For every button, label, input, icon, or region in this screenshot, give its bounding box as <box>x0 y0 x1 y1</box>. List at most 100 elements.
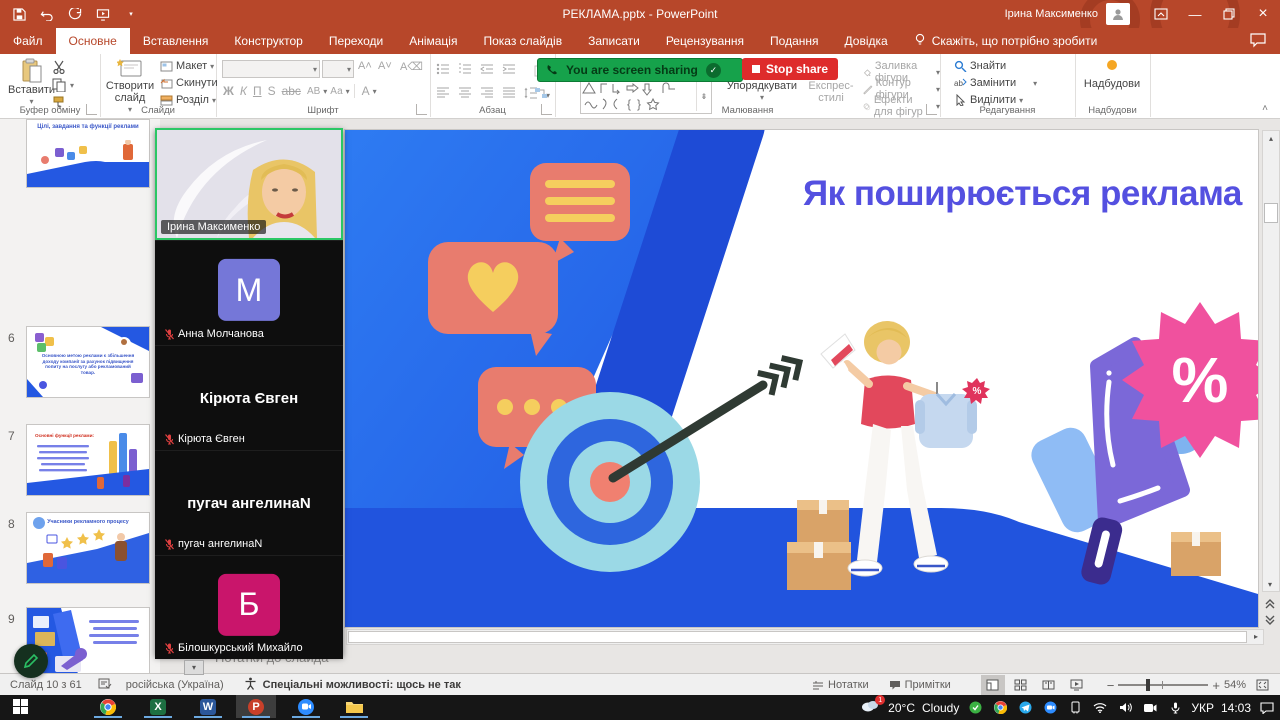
save-icon[interactable] <box>10 5 28 23</box>
camera-icon[interactable] <box>1141 696 1159 719</box>
italic-button[interactable]: К <box>237 84 250 98</box>
normal-view-button[interactable] <box>981 675 1005 695</box>
keyboard-language[interactable]: УКР <box>1191 701 1214 715</box>
accessibility-status[interactable]: Спеціальні можливості: щось не так <box>263 679 461 691</box>
tab-animations[interactable]: Анімація <box>396 28 470 54</box>
copy-button[interactable] <box>52 78 66 97</box>
taskbar-powerpoint-active[interactable]: P <box>236 695 276 718</box>
change-case-dropdown[interactable]: ▾ <box>346 87 350 96</box>
clipboard-dialog-launcher[interactable] <box>86 104 97 115</box>
paragraph-dialog-launcher[interactable] <box>541 104 552 115</box>
addins-button[interactable]: Надбудови <box>1081 60 1143 90</box>
tell-me-box[interactable]: Скажіть, що потрібно зробити <box>901 28 1111 54</box>
language-indicator[interactable]: російська (Україна) <box>126 679 224 691</box>
shrink-font-button[interactable]: А˅ <box>378 60 392 72</box>
slide-canvas[interactable]: % <box>345 130 1258 627</box>
layout-button[interactable]: Макет▾ <box>160 60 214 72</box>
vertical-scroll-thumb[interactable] <box>1264 203 1278 223</box>
vertical-scrollbar[interactable]: ▴ ▾ <box>1262 130 1280 592</box>
cut-button[interactable] <box>52 60 66 79</box>
underline-button[interactable]: П <box>250 84 265 98</box>
tray-chrome-icon[interactable] <box>991 696 1009 719</box>
participant-tile[interactable]: М Анна Молчанова <box>155 240 343 345</box>
font-name-box[interactable]: ▾ <box>222 60 320 78</box>
speaker-icon[interactable] <box>1116 696 1134 719</box>
weather-temp[interactable]: 20°C <box>888 701 915 715</box>
font-color-dropdown[interactable]: ▾ <box>373 87 377 96</box>
bullets-icon[interactable] <box>436 62 450 80</box>
comment-icon[interactable] <box>1250 33 1266 51</box>
replace-button[interactable]: abЗамінити▾ <box>954 77 1037 89</box>
collapse-ribbon-icon[interactable]: ˄ <box>1262 103 1268 114</box>
font-dialog-launcher[interactable] <box>416 104 427 115</box>
qat-customize-icon[interactable]: ▾ <box>122 5 140 23</box>
redo-icon[interactable] <box>66 5 84 23</box>
zoom-slider-thumb[interactable] <box>1146 679 1150 691</box>
usb-device-icon[interactable] <box>1066 696 1084 719</box>
taskbar-excel[interactable]: X <box>138 695 178 718</box>
close-button[interactable]: × <box>1246 0 1280 28</box>
participant-tile[interactable]: пугач ангелинаN пугач ангелинаN <box>155 450 343 555</box>
thumbnail-slide-8[interactable]: Учасники рекламного процесу <box>26 512 150 584</box>
tab-help[interactable]: Довідка <box>832 28 901 54</box>
scroll-right-icon[interactable]: ▸ <box>1249 630 1263 642</box>
tab-file[interactable]: Файл <box>0 28 56 54</box>
slide-indicator[interactable]: Слайд 10 з 61 <box>10 679 82 691</box>
strikethrough-button[interactable]: abc <box>279 84 304 98</box>
restore-button[interactable] <box>1212 0 1246 28</box>
font-color-button[interactable]: А <box>359 84 373 98</box>
tab-home[interactable]: Основне <box>56 28 130 54</box>
tab-design[interactable]: Конструктор <box>221 28 315 54</box>
text-shadow-button[interactable]: S <box>265 84 279 98</box>
avatar[interactable] <box>1106 3 1130 25</box>
scroll-down-icon[interactable]: ▾ <box>1263 577 1277 591</box>
stop-share-button[interactable]: Stop share <box>742 58 838 80</box>
tab-insert[interactable]: Вставлення <box>130 28 222 54</box>
tab-transitions[interactable]: Переходи <box>316 28 396 54</box>
tray-telegram-icon[interactable] <box>1016 696 1034 719</box>
horizontal-scrollbar[interactable]: ▸ <box>346 629 1264 645</box>
align-right-icon[interactable] <box>480 86 494 104</box>
clear-formatting-button[interactable]: А⌫ <box>400 60 423 73</box>
taskbar-word[interactable]: W <box>188 695 228 718</box>
zoom-in-button[interactable]: + <box>1212 678 1220 693</box>
participant-video-tile[interactable]: Ірина Максименко <box>155 128 343 240</box>
start-slideshow-icon[interactable] <box>94 5 112 23</box>
tray-green-app-icon[interactable] <box>966 696 984 719</box>
zoom-annotate-button[interactable] <box>14 644 48 678</box>
panel-collapse-button[interactable]: ▾ <box>184 660 204 675</box>
justify-icon[interactable] <box>502 86 516 104</box>
horizontal-scroll-thumb[interactable] <box>348 631 1247 643</box>
tab-slideshow[interactable]: Показ слайдів <box>470 28 575 54</box>
zoom-slider[interactable] <box>1118 684 1208 686</box>
tab-record[interactable]: Записати <box>575 28 653 54</box>
bold-button[interactable]: Ж <box>220 84 237 98</box>
thumbnail-slide-5[interactable]: Цілі, завдання та функції реклами <box>26 119 150 188</box>
zoom-level[interactable]: 54% <box>1224 679 1246 691</box>
align-left-icon[interactable] <box>436 86 450 104</box>
fit-slide-button[interactable] <box>1250 675 1274 695</box>
zoom-out-button[interactable]: − <box>1107 678 1115 693</box>
taskbar-explorer[interactable] <box>334 695 374 718</box>
participant-tile[interactable]: Кірюта Євген Кірюта Євген <box>155 345 343 450</box>
reset-button[interactable]: Скинути <box>160 77 218 89</box>
convert-smartart-icon[interactable] <box>534 86 548 104</box>
decrease-indent-icon[interactable] <box>480 62 494 80</box>
font-size-box[interactable]: ▾ <box>322 60 354 78</box>
comments-toggle[interactable]: Примітки <box>881 679 959 691</box>
copy-dropdown[interactable]: ▾ <box>70 81 74 90</box>
align-center-icon[interactable] <box>458 86 472 104</box>
increase-indent-icon[interactable] <box>502 62 516 80</box>
grow-font-button[interactable]: А˄ <box>358 60 372 72</box>
next-slide-button[interactable] <box>1262 612 1278 628</box>
slideshow-view-button[interactable] <box>1065 675 1089 695</box>
clock[interactable]: 14:03 <box>1221 701 1251 715</box>
tab-view[interactable]: Подання <box>757 28 831 54</box>
action-center-icon[interactable] <box>1258 696 1276 719</box>
slide-sorter-view-button[interactable] <box>1009 675 1033 695</box>
microphone-icon[interactable] <box>1166 696 1184 719</box>
change-case-button[interactable]: Аа <box>327 86 345 97</box>
scroll-up-icon[interactable]: ▴ <box>1263 131 1279 145</box>
previous-slide-button[interactable] <box>1262 596 1278 612</box>
paste-button[interactable]: Вставити▾ <box>8 58 55 108</box>
